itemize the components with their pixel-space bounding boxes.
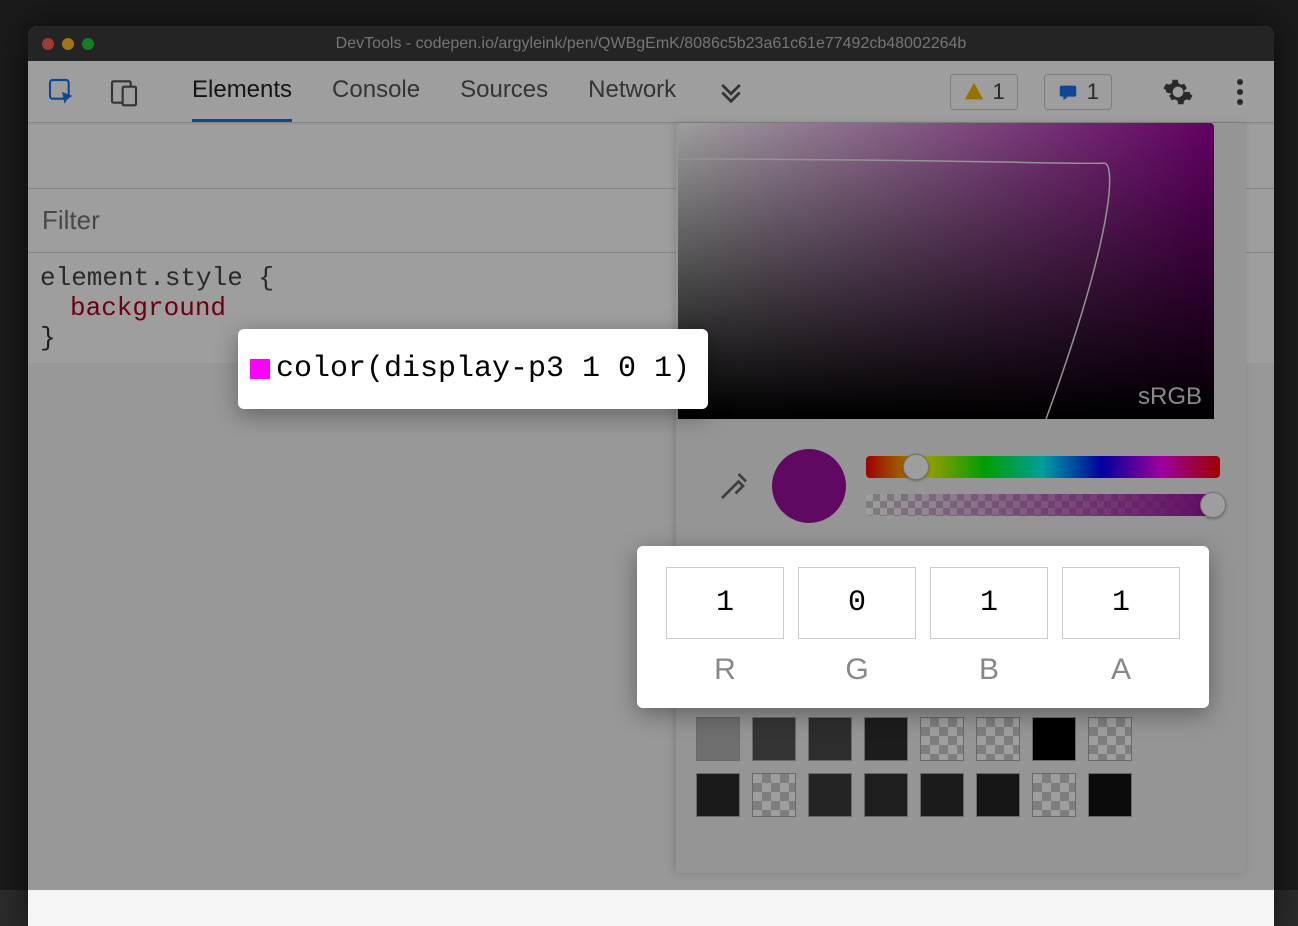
palette-swatch[interactable] [752, 773, 796, 817]
palette-swatch[interactable] [920, 717, 964, 761]
tab-elements[interactable]: Elements [192, 61, 292, 122]
eyedropper-icon[interactable] [716, 468, 752, 504]
channel-r-label: R [714, 653, 736, 687]
palette-swatch[interactable] [864, 717, 908, 761]
palette-swatch[interactable] [808, 717, 852, 761]
channel-a-label: A [1111, 653, 1131, 687]
palette-swatch[interactable] [1032, 773, 1076, 817]
devtools-window: DevTools - codepen.io/argyleink/pen/QWBg… [28, 26, 1274, 926]
hue-slider[interactable] [866, 456, 1220, 478]
minimize-window-button[interactable] [62, 38, 74, 50]
palette-swatch[interactable] [920, 773, 964, 817]
device-toggle-icon[interactable] [106, 74, 142, 110]
content-area: element.style { background } sRGB [28, 123, 1274, 363]
channel-r-input[interactable] [666, 567, 784, 639]
palette-swatch[interactable] [696, 717, 740, 761]
channel-b-label: B [979, 653, 999, 687]
palette-swatch[interactable] [976, 773, 1020, 817]
alpha-slider[interactable] [866, 494, 1220, 516]
gamut-label: sRGB [1138, 383, 1202, 411]
color-picker: sRGB [676, 123, 1246, 873]
palette-swatch[interactable] [1088, 717, 1132, 761]
inline-color-swatch[interactable] [250, 359, 270, 379]
tab-network[interactable]: Network [588, 61, 676, 122]
color-spectrum[interactable]: sRGB [678, 123, 1214, 419]
messages-badge[interactable]: 1 [1044, 74, 1112, 110]
picker-controls [676, 419, 1246, 533]
warnings-badge[interactable]: 1 [950, 74, 1018, 110]
window-controls [42, 38, 94, 50]
rgba-inputs-callout: R G B A [637, 546, 1209, 708]
more-menu-icon[interactable] [1222, 74, 1258, 110]
selected-color-swatch[interactable] [772, 449, 846, 523]
palette-swatch[interactable] [1088, 773, 1132, 817]
more-tabs-button[interactable] [716, 61, 746, 122]
palette-swatch[interactable] [752, 717, 796, 761]
tab-console[interactable]: Console [332, 61, 420, 122]
zoom-window-button[interactable] [82, 38, 94, 50]
picker-sliders [866, 456, 1220, 516]
window-title: DevTools - codepen.io/argyleink/pen/QWBg… [28, 35, 1274, 53]
channel-g-label: G [845, 653, 868, 687]
palette-swatch[interactable] [864, 773, 908, 817]
css-value-callout[interactable]: color(display-p3 1 0 1) [238, 329, 708, 409]
devtools-toolbar: Elements Console Sources Network 1 1 [28, 61, 1274, 123]
palette-swatch[interactable] [808, 773, 852, 817]
channel-b-input[interactable] [930, 567, 1048, 639]
gear-icon[interactable] [1160, 74, 1196, 110]
messages-count: 1 [1087, 79, 1099, 105]
inspect-icon[interactable] [44, 74, 80, 110]
palette-swatch[interactable] [1032, 717, 1076, 761]
rule-property: background [70, 293, 226, 323]
palette-swatch[interactable] [976, 717, 1020, 761]
channel-g-input[interactable] [798, 567, 916, 639]
panel-tabs: Elements Console Sources Network [192, 61, 746, 122]
palette-swatch[interactable] [696, 773, 740, 817]
warnings-count: 1 [993, 79, 1005, 105]
tab-sources[interactable]: Sources [460, 61, 548, 122]
close-window-button[interactable] [42, 38, 54, 50]
titlebar: DevTools - codepen.io/argyleink/pen/QWBg… [28, 26, 1274, 61]
channel-a-input[interactable] [1062, 567, 1180, 639]
css-value-text: color(display-p3 1 0 1) [276, 352, 690, 386]
